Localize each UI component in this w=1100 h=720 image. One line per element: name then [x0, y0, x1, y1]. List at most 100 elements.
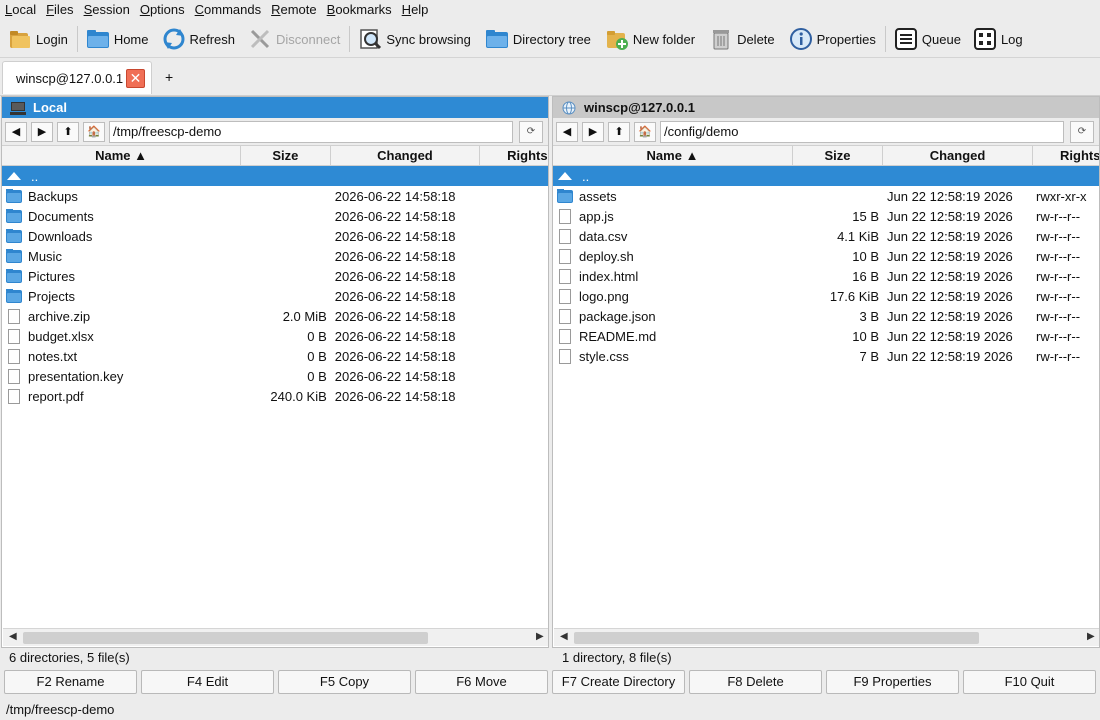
file-row[interactable]: Documents 2026-06-22 14:58:18: [2, 206, 548, 226]
scrollbar-thumb[interactable]: [23, 632, 428, 644]
log-button[interactable]: Log: [969, 24, 1027, 54]
remote-panel-title: winscp@127.0.0.1: [584, 100, 695, 115]
back-button[interactable]: ◀: [556, 121, 578, 142]
scrollbar-thumb[interactable]: [574, 632, 979, 644]
back-button[interactable]: ◀: [5, 121, 27, 142]
session-tab[interactable]: winscp@127.0.0.1 ✕: [2, 61, 152, 94]
local-horizontal-scrollbar[interactable]: ◀ ▶: [3, 628, 548, 646]
column-rights[interactable]: Rights: [1033, 146, 1099, 166]
menu-help[interactable]: Help: [397, 0, 434, 20]
folder-icon: [6, 208, 22, 223]
local-panel-title: Local: [33, 100, 67, 115]
local-path-refresh-button[interactable]: ⟳: [519, 120, 543, 143]
forward-button[interactable]: ▶: [582, 121, 604, 142]
file-row[interactable]: data.csv 4.1 KiB Jun 22 12:58:19 2026 rw-r-…: [553, 226, 1099, 246]
remote-path-refresh-button[interactable]: ⟳: [1070, 120, 1094, 143]
fkey-f2-button[interactable]: F2 Rename: [4, 670, 137, 694]
file-row[interactable]: deploy.sh 10 B Jun 22 12:58:19 2026 rw-r--r…: [553, 246, 1099, 266]
column-changed[interactable]: Changed: [883, 146, 1033, 166]
file-row[interactable]: Backups 2026-06-22 14:58:18: [2, 186, 548, 206]
forward-button[interactable]: ▶: [31, 121, 53, 142]
queue-button[interactable]: Queue: [890, 24, 965, 54]
directory-tree-button[interactable]: Directory tree: [481, 24, 595, 54]
file-size-cell: 15 B: [852, 208, 879, 224]
fkey-f6-button[interactable]: F6 Move: [415, 670, 548, 694]
file-rights-cell: rw-r--r--: [1036, 328, 1081, 344]
file-changed-cell: 2026-06-22 14:58:18: [334, 228, 456, 244]
new-tab-button[interactable]: +: [165, 69, 173, 85]
file-row[interactable]: style.css 7 B Jun 22 12:58:19 2026 rw-r--r-…: [553, 346, 1099, 366]
file-row[interactable]: notes.txt 0 B 2026-06-22 14:58:18: [2, 346, 548, 366]
parent-dir-button[interactable]: ⬆: [608, 121, 630, 142]
file-row[interactable]: Projects 2026-06-22 14:58:18: [2, 286, 548, 306]
new-folder-label: New folder: [632, 31, 696, 47]
fkey-f5-button[interactable]: F5 Copy: [278, 670, 411, 694]
menu-files[interactable]: Files: [41, 0, 78, 20]
file-row[interactable]: index.html 16 B Jun 22 12:58:19 2026 rw-r--…: [553, 266, 1099, 286]
scroll-right-arrow-icon[interactable]: ▶: [536, 631, 544, 642]
parent-dir-row[interactable]: ..: [553, 166, 1099, 186]
fkey-f9-button[interactable]: F9 Properties: [826, 670, 959, 694]
close-tab-icon[interactable]: ✕: [126, 69, 145, 88]
file-row[interactable]: budget.xlsx 0 B 2026-06-22 14:58:18: [2, 326, 548, 346]
file-row[interactable]: logo.png 17.6 KiB Jun 22 12:58:19 2026 rw-r…: [553, 286, 1099, 306]
file-name-cell: report.pdf: [2, 388, 241, 404]
menu-options[interactable]: Options: [135, 0, 190, 20]
home-dir-button[interactable]: 🏠: [634, 121, 656, 142]
file-row[interactable]: assets Jun 22 12:58:19 2026 rwxr-xr-x: [553, 186, 1099, 206]
fkey-f4-button[interactable]: F4 Edit: [141, 670, 274, 694]
column-size[interactable]: Size: [793, 146, 883, 166]
menu-local[interactable]: Local: [0, 0, 41, 20]
menu-bookmarks[interactable]: Bookmarks: [322, 0, 397, 20]
disconnect-label: Disconnect: [276, 31, 341, 47]
folder-icon: [6, 268, 22, 283]
file-name-cell: deploy.sh: [553, 248, 793, 264]
file-row[interactable]: report.pdf 240.0 KiB 2026-06-22 14:58:18: [2, 386, 548, 406]
fkey-f7-button[interactable]: F7 Create Directory: [552, 670, 685, 694]
file-row[interactable]: Downloads 2026-06-22 14:58:18: [2, 226, 548, 246]
column-name[interactable]: Name ▲: [2, 146, 242, 166]
parent-dir-row[interactable]: ..: [2, 166, 548, 186]
home-button[interactable]: Home: [82, 24, 153, 54]
delete-button[interactable]: Delete: [705, 24, 779, 54]
menu-session[interactable]: Session: [79, 0, 135, 20]
column-size[interactable]: Size: [241, 146, 331, 166]
file-size-cell: 0 B: [307, 328, 327, 344]
fkey-f10-button[interactable]: F10 Quit: [963, 670, 1096, 694]
file-row[interactable]: Music 2026-06-22 14:58:18: [2, 246, 548, 266]
menu-bar: Local Files Session Options Commands Remote Bo…: [0, 0, 1100, 20]
trash-icon: [709, 27, 733, 51]
file-row[interactable]: Pictures 2026-06-22 14:58:18: [2, 266, 548, 286]
column-rights[interactable]: Rights: [480, 146, 548, 166]
remote-path-input[interactable]: /config/demo: [660, 120, 1064, 143]
home-dir-button[interactable]: 🏠: [83, 121, 105, 142]
scroll-left-arrow-icon[interactable]: ◀: [9, 631, 17, 642]
menu-commands[interactable]: Commands: [190, 0, 266, 20]
local-path-input[interactable]: /tmp/freescp-demo: [109, 120, 513, 143]
file-row[interactable]: app.js 15 B Jun 22 12:58:19 2026 rw-r--r--: [553, 206, 1099, 226]
disconnect-button[interactable]: Disconnect: [244, 24, 344, 54]
parent-dir-button[interactable]: ⬆: [57, 121, 79, 142]
column-name[interactable]: Name ▲: [553, 146, 793, 166]
scroll-right-arrow-icon[interactable]: ▶: [1087, 631, 1095, 642]
menu-remote[interactable]: Remote: [266, 0, 322, 20]
file-row[interactable]: README.md 10 B Jun 22 12:58:19 2026 rw-r--r…: [553, 326, 1099, 346]
file-name: ..: [582, 168, 590, 184]
remote-column-headers: Name ▲ Size Changed Rights: [553, 146, 1099, 166]
refresh-button[interactable]: Refresh: [158, 24, 240, 54]
new-folder-button[interactable]: New folder: [601, 24, 699, 54]
scroll-left-arrow-icon[interactable]: ◀: [560, 631, 568, 642]
file-icon: [559, 208, 571, 224]
login-button[interactable]: Login: [4, 24, 72, 54]
remote-horizontal-scrollbar[interactable]: ◀ ▶: [554, 628, 1099, 646]
sync-browsing-button[interactable]: Sync browsing: [354, 24, 475, 54]
home-label: Home: [113, 31, 149, 47]
file-name-cell: index.html: [553, 268, 793, 284]
file-row[interactable]: presentation.key 0 B 2026-06-22 14:58:18: [2, 366, 548, 386]
properties-button[interactable]: Properties: [785, 24, 880, 54]
file-row[interactable]: package.json 3 B Jun 22 12:58:19 2026 rw-r-…: [553, 306, 1099, 326]
fkey-f8-button[interactable]: F8 Delete: [689, 670, 822, 694]
column-changed[interactable]: Changed: [331, 146, 481, 166]
file-row[interactable]: archive.zip 2.0 MiB 2026-06-22 14:58:18: [2, 306, 548, 326]
sync-browsing-label: Sync browsing: [386, 31, 471, 47]
